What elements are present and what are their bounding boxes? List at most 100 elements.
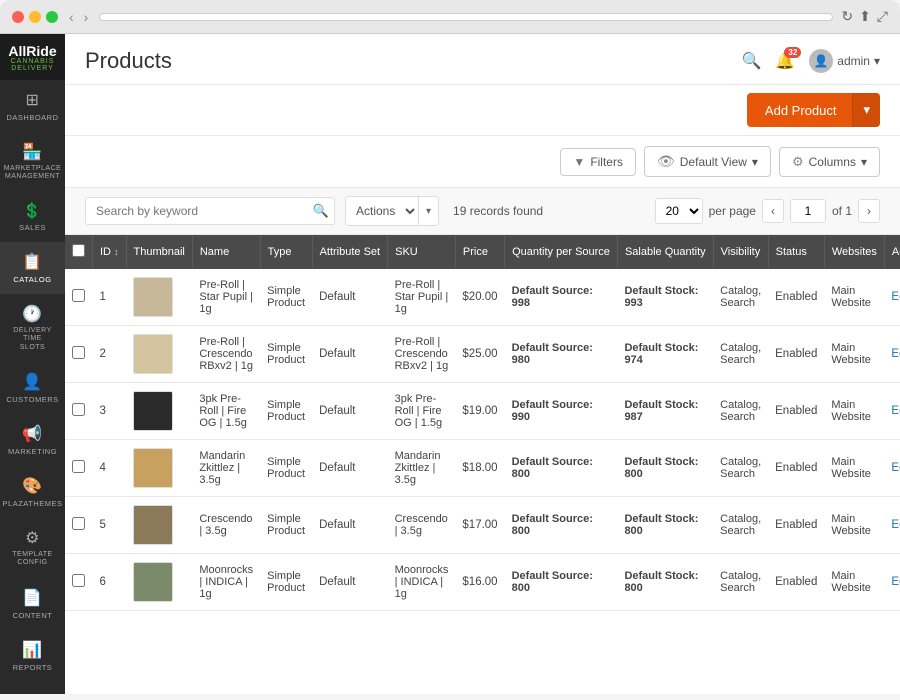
forward-button[interactable]: › <box>81 9 92 25</box>
add-product-dropdown-arrow[interactable]: ▾ <box>852 93 880 127</box>
sidebar-item-template[interactable]: ⚙ TemplateConfig <box>0 518 65 578</box>
sidebar-item-dashboard[interactable]: ⊞ Dashboard <box>0 80 65 132</box>
content-icon: 📄 <box>22 588 42 608</box>
reload-button[interactable]: ↻ <box>841 8 853 25</box>
edit-button[interactable]: Edit <box>891 291 900 303</box>
row-thumbnail <box>126 554 192 611</box>
sidebar-item-reports[interactable]: 📊 Reports <box>0 630 65 682</box>
sidebar-item-delivery[interactable]: 🕐 Delivery TimeSlots <box>0 294 65 362</box>
sidebar-item-plazathemes[interactable]: 🎨 PlazaThemes <box>0 466 65 518</box>
row-checkbox[interactable] <box>72 574 85 587</box>
columns-button[interactable]: ⚙ Columns ▾ <box>779 147 880 177</box>
sidebar-item-customers[interactable]: 👤 Customers <box>0 362 65 414</box>
row-attribute-set: Default <box>312 383 388 440</box>
edit-button[interactable]: Edit <box>891 405 900 417</box>
back-button[interactable]: ‹ <box>66 9 77 25</box>
sidebar-item-marketplace[interactable]: 🏪 MarketplaceManagement <box>0 132 65 192</box>
row-checkbox[interactable] <box>72 346 85 359</box>
row-checkbox-cell <box>65 554 93 611</box>
browser-chrome: ‹ › ↻ ⬆ ⤢ <box>0 0 900 34</box>
share-button[interactable]: ⬆ <box>859 8 871 25</box>
row-sku: Pre-Roll | Crescendo RBxv2 | 1g <box>388 326 456 383</box>
row-checkbox[interactable] <box>72 517 85 530</box>
table-row: 3 3pk Pre-Roll | Fire OG | 1.5g Simple P… <box>65 383 900 440</box>
thumbnail-image <box>133 391 173 431</box>
add-product-button[interactable]: Add Product ▾ <box>747 93 880 127</box>
row-salable-qty: Default Stock: 974 <box>617 326 713 383</box>
table-row: 1 Pre-Roll | Star Pupil | 1g Simple Prod… <box>65 269 900 326</box>
sidebar-label-reports: Reports <box>13 663 53 672</box>
template-icon: ⚙ <box>25 528 40 548</box>
minimize-button[interactable] <box>29 11 41 23</box>
prev-page-button[interactable]: ‹ <box>762 199 784 223</box>
row-visibility: Catalog, Search <box>713 497 768 554</box>
row-thumbnail <box>126 440 192 497</box>
edit-button[interactable]: Edit <box>891 519 900 531</box>
maximize-button[interactable] <box>46 11 58 23</box>
sidebar-item-catalog[interactable]: 📋 Catalog <box>0 242 65 294</box>
edit-button[interactable]: Edit <box>891 348 900 360</box>
filters-button[interactable]: ▼ Filters <box>560 148 636 176</box>
row-checkbox[interactable] <box>72 403 85 416</box>
row-websites: Main Website <box>824 497 884 554</box>
websites-column-header: Websites <box>824 235 884 269</box>
filter-right: ▼ Filters 👁 Default View ▾ ⚙ Columns ▾ <box>560 146 880 177</box>
chevron-down-icon: ▾ <box>874 54 880 68</box>
row-sku: Crescendo | 3.5g <box>388 497 456 554</box>
default-view-button[interactable]: 👁 Default View ▾ <box>644 146 771 177</box>
actions-select[interactable]: Actions <box>346 198 418 224</box>
row-status: Enabled <box>768 554 824 611</box>
row-action: Edit <box>884 497 900 554</box>
logo-text: AllRide <box>8 44 57 58</box>
row-salable-qty: Default Stock: 800 <box>617 554 713 611</box>
name-column-header[interactable]: Name <box>192 235 260 269</box>
id-column-header[interactable]: ID ↕ <box>93 235 127 269</box>
row-websites: Main Website <box>824 269 884 326</box>
row-type: Simple Product <box>260 326 312 383</box>
address-bar[interactable] <box>99 13 833 21</box>
notification-badge: 32 <box>784 47 801 58</box>
header-search-button[interactable]: 🔍 <box>741 51 761 71</box>
delivery-icon: 🕐 <box>22 304 42 324</box>
page-input[interactable] <box>790 199 826 223</box>
row-price: $18.00 <box>455 440 504 497</box>
notification-button[interactable]: 🔔 32 <box>775 51 795 71</box>
next-page-button[interactable]: › <box>858 199 880 223</box>
actions-dropdown-wrapper: Actions ▾ <box>345 196 439 226</box>
thumbnail-column-header: Thumbnail <box>126 235 192 269</box>
row-visibility: Catalog, Search <box>713 269 768 326</box>
row-checkbox-cell <box>65 440 93 497</box>
sidebar-item-content[interactable]: 📄 Content <box>0 578 65 630</box>
per-page-select[interactable]: 20 <box>655 198 703 224</box>
catalog-icon: 📋 <box>22 252 42 272</box>
row-thumbnail <box>126 326 192 383</box>
row-checkbox[interactable] <box>72 460 85 473</box>
edit-button[interactable]: Edit <box>891 462 900 474</box>
row-type: Simple Product <box>260 440 312 497</box>
app-container: AllRide CANNABIS DELIVERY ⊞ Dashboard 🏪 … <box>0 34 900 694</box>
marketplace-icon: 🏪 <box>22 142 42 162</box>
row-sku: Pre-Roll | Star Pupil | 1g <box>388 269 456 326</box>
table-row: 5 Crescendo | 3.5g Simple Product Defaul… <box>65 497 900 554</box>
row-checkbox[interactable] <box>72 289 85 302</box>
row-attribute-set: Default <box>312 554 388 611</box>
search-input[interactable] <box>85 197 335 225</box>
row-visibility: Catalog, Search <box>713 383 768 440</box>
table-row: 6 Moonrocks | INDICA | 1g Simple Product… <box>65 554 900 611</box>
sidebar-item-stores[interactable]: 🏬 Stores <box>0 682 65 694</box>
sidebar-item-marketing[interactable]: 📢 Marketing <box>0 414 65 466</box>
select-all-checkbox[interactable] <box>72 244 85 257</box>
edit-button[interactable]: Edit <box>891 576 900 588</box>
sort-icon: ↕ <box>114 247 119 257</box>
close-button[interactable] <box>12 11 24 23</box>
row-attribute-set: Default <box>312 497 388 554</box>
user-menu-button[interactable]: 👤 admin ▾ <box>809 49 880 73</box>
fullscreen-button[interactable]: ⤢ <box>877 8 888 25</box>
search-submit-button[interactable]: 🔍 <box>313 203 329 219</box>
row-action: Edit <box>884 326 900 383</box>
row-checkbox-cell <box>65 269 93 326</box>
sidebar-item-sales[interactable]: 💲 Sales <box>0 192 65 242</box>
row-action: Edit <box>884 554 900 611</box>
row-websites: Main Website <box>824 440 884 497</box>
row-websites: Main Website <box>824 383 884 440</box>
